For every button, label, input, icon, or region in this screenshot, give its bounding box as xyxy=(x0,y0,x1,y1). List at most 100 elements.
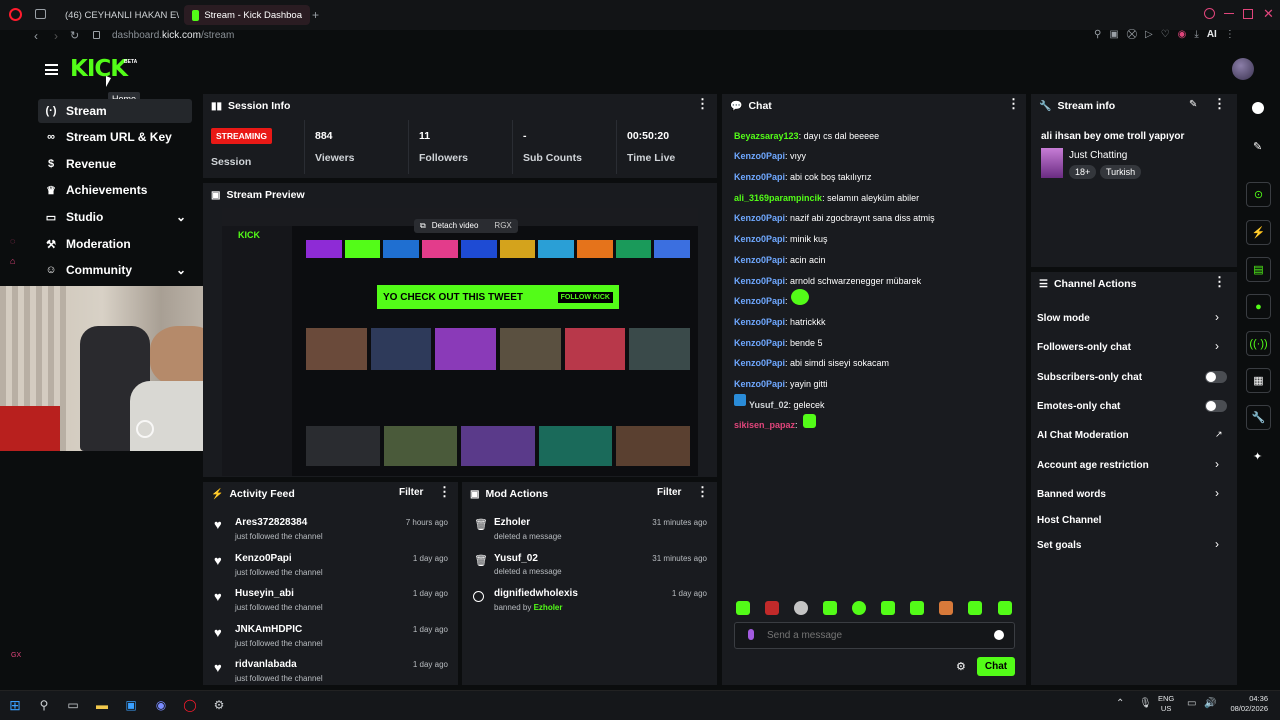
microphone-tray-icon[interactable]: 🎙 xyxy=(1139,698,1152,709)
pin-icon[interactable]: ⚲ xyxy=(1094,29,1101,40)
reload-icon[interactable]: ↻ xyxy=(70,29,79,42)
chat-username[interactable]: Beyazsaray123 xyxy=(734,131,799,141)
emote-button[interactable] xyxy=(881,601,895,615)
activity-user[interactable]: Kenzo0Papi xyxy=(235,553,292,564)
sidebar-item-moderation[interactable]: ⚒ Moderation xyxy=(38,232,192,256)
action-set-goals[interactable]: Set goals xyxy=(1037,540,1081,551)
subscribers-only-toggle[interactable] xyxy=(1205,371,1227,383)
task-view-icon[interactable]: ▭ xyxy=(64,696,82,714)
mod-user[interactable]: Yusuf_02 xyxy=(494,553,538,564)
preview-detach-button[interactable]: ⧉ Detach video RGX xyxy=(414,219,518,233)
url-field[interactable]: dashboard.kick.com/stream xyxy=(112,30,234,41)
chevron-right-icon[interactable]: › xyxy=(1215,339,1219,353)
back-icon[interactable]: ‹ xyxy=(34,29,38,43)
tray-chevron-icon[interactable]: ⌃ xyxy=(1116,698,1124,709)
action-account-age[interactable]: Account age restriction xyxy=(1037,460,1149,471)
pencil-icon[interactable]: ✎ xyxy=(1253,140,1262,153)
download-icon[interactable]: ⤓ xyxy=(1194,29,1198,40)
mod-filter-button[interactable]: Filter xyxy=(657,487,681,498)
activity-user[interactable]: Huseyin_abi xyxy=(235,588,294,599)
search-icon[interactable]: ⚲ xyxy=(35,696,53,714)
session-menu-icon[interactable]: ⋮ xyxy=(696,97,709,110)
opera-gx-icon[interactable]: ◯ xyxy=(181,696,199,714)
user-avatar[interactable] xyxy=(1232,58,1254,80)
action-ai-moderation[interactable]: AI Chat Moderation xyxy=(1037,430,1129,441)
chat-username[interactable]: Kenzo0Papi xyxy=(734,213,785,223)
stream-info-menu-icon[interactable]: ⋮ xyxy=(1213,97,1226,110)
action-emotes-only[interactable]: Emotes-only chat xyxy=(1037,401,1120,412)
volume-icon[interactable]: 🔊 xyxy=(1204,698,1216,709)
rail-tools-button[interactable]: 🔧 xyxy=(1246,405,1271,430)
chat-username[interactable]: Kenzo0Papi xyxy=(734,296,785,306)
tab-island-icon[interactable] xyxy=(35,9,46,19)
mod-menu-icon[interactable]: ⋮ xyxy=(696,485,709,498)
discord-icon[interactable]: ◉ xyxy=(152,696,170,714)
chat-username[interactable]: Kenzo0Papi xyxy=(734,276,785,286)
chat-username[interactable]: Kenzo0Papi xyxy=(734,338,785,348)
activity-menu-icon[interactable]: ⋮ xyxy=(438,485,451,498)
forward-icon[interactable]: › xyxy=(54,29,58,43)
emote-button[interactable] xyxy=(910,601,924,615)
chat-username[interactable]: Kenzo0Papi xyxy=(734,255,785,265)
heart-icon[interactable]: ♡ xyxy=(1161,29,1170,40)
category-name[interactable]: Just Chatting xyxy=(1069,150,1127,161)
rail-camera-button[interactable]: ⊙ xyxy=(1246,182,1271,207)
minimize-icon[interactable] xyxy=(1224,13,1234,14)
edit-pencil-icon[interactable]: ✎ xyxy=(1189,99,1197,110)
chat-username[interactable]: Kenzo0Papi xyxy=(734,379,785,389)
activity-user[interactable]: ridvanlabada xyxy=(235,659,297,670)
network-icon[interactable]: ▭ xyxy=(1187,698,1196,709)
emote-button[interactable] xyxy=(823,601,837,615)
chat-username[interactable]: Kenzo0Papi xyxy=(734,151,785,161)
rail-broadcast-button[interactable]: ((·)) xyxy=(1246,331,1271,356)
chat-username[interactable]: sikisen_papaz xyxy=(734,420,795,430)
chat-menu-icon[interactable]: ⋮ xyxy=(1007,97,1020,110)
emote-button[interactable] xyxy=(765,601,779,615)
mod-desc-by[interactable]: Ezholer xyxy=(534,603,563,612)
steam-icon[interactable]: ⚙ xyxy=(210,696,228,714)
channel-actions-menu-icon[interactable]: ⋮ xyxy=(1213,275,1226,288)
activity-user[interactable]: JNKAmHDPIC xyxy=(235,624,302,635)
clock[interactable]: 04:36 08/02/2026 xyxy=(1224,694,1268,714)
chat-username[interactable]: Kenzo0Papi xyxy=(734,234,785,244)
ai-icon[interactable]: AI xyxy=(1207,29,1217,40)
emote-button[interactable] xyxy=(968,601,982,615)
new-tab-icon[interactable]: + xyxy=(312,8,319,22)
activity-filter-button[interactable]: Filter xyxy=(399,487,423,498)
tab-kick-dashboard[interactable]: Stream - Kick Dashboa xyxy=(184,5,310,25)
sidebar-item-studio[interactable]: ▭ Studio ⌄ xyxy=(38,205,192,229)
chat-username[interactable]: Kenzo0Papi xyxy=(734,172,785,182)
player-icon[interactable]: ▷ xyxy=(1145,29,1153,40)
chat-message-input[interactable] xyxy=(767,628,987,643)
rail-notes-button[interactable]: ▤ xyxy=(1246,257,1271,282)
emote-button[interactable] xyxy=(794,601,808,615)
opera-logo-icon[interactable] xyxy=(9,8,22,21)
chat-send-button[interactable]: Chat xyxy=(977,657,1015,676)
emote-button[interactable] xyxy=(852,601,866,615)
info-circle-icon[interactable] xyxy=(1252,102,1264,114)
chevron-right-icon[interactable]: › xyxy=(1215,537,1219,551)
action-banned-words[interactable]: Banned words xyxy=(1037,489,1106,500)
chat-settings-icon[interactable]: ⚙ xyxy=(956,660,966,673)
language-indicator[interactable]: ENG US xyxy=(1158,694,1174,714)
activity-user[interactable]: Ares372828384 xyxy=(235,517,307,528)
emote-button[interactable] xyxy=(939,601,953,615)
tab-youtube[interactable]: (46) CEYHANLI HAKAN E\ xyxy=(52,5,180,25)
emote-button[interactable] xyxy=(736,601,750,615)
profile-icon[interactable]: ◉ xyxy=(1178,29,1187,40)
rail-lightning-button[interactable]: ⚡ xyxy=(1246,220,1271,245)
mod-user[interactable]: dignifiedwholexis xyxy=(494,588,578,599)
close-window-icon[interactable]: ✕ xyxy=(1263,6,1274,22)
speed-dial-icon[interactable]: ◌ xyxy=(10,236,15,246)
rail-layout-button[interactable]: ▦ xyxy=(1246,368,1271,393)
emotes-only-toggle[interactable] xyxy=(1205,400,1227,412)
emote-button[interactable] xyxy=(998,601,1012,615)
menu-icon[interactable]: ⋮ xyxy=(1225,29,1235,40)
snapshot-icon[interactable]: ▣ xyxy=(1109,29,1118,40)
file-explorer-icon[interactable]: ▬ xyxy=(93,696,111,714)
kick-logo[interactable]: KICK xyxy=(70,56,128,82)
gx-corner-icon[interactable]: ⌂ xyxy=(10,256,15,266)
sidebar-item-revenue[interactable]: $ Revenue xyxy=(38,152,192,176)
sidebar-item-stream[interactable]: (·) Stream xyxy=(38,99,192,123)
action-slow-mode[interactable]: Slow mode xyxy=(1037,313,1090,324)
